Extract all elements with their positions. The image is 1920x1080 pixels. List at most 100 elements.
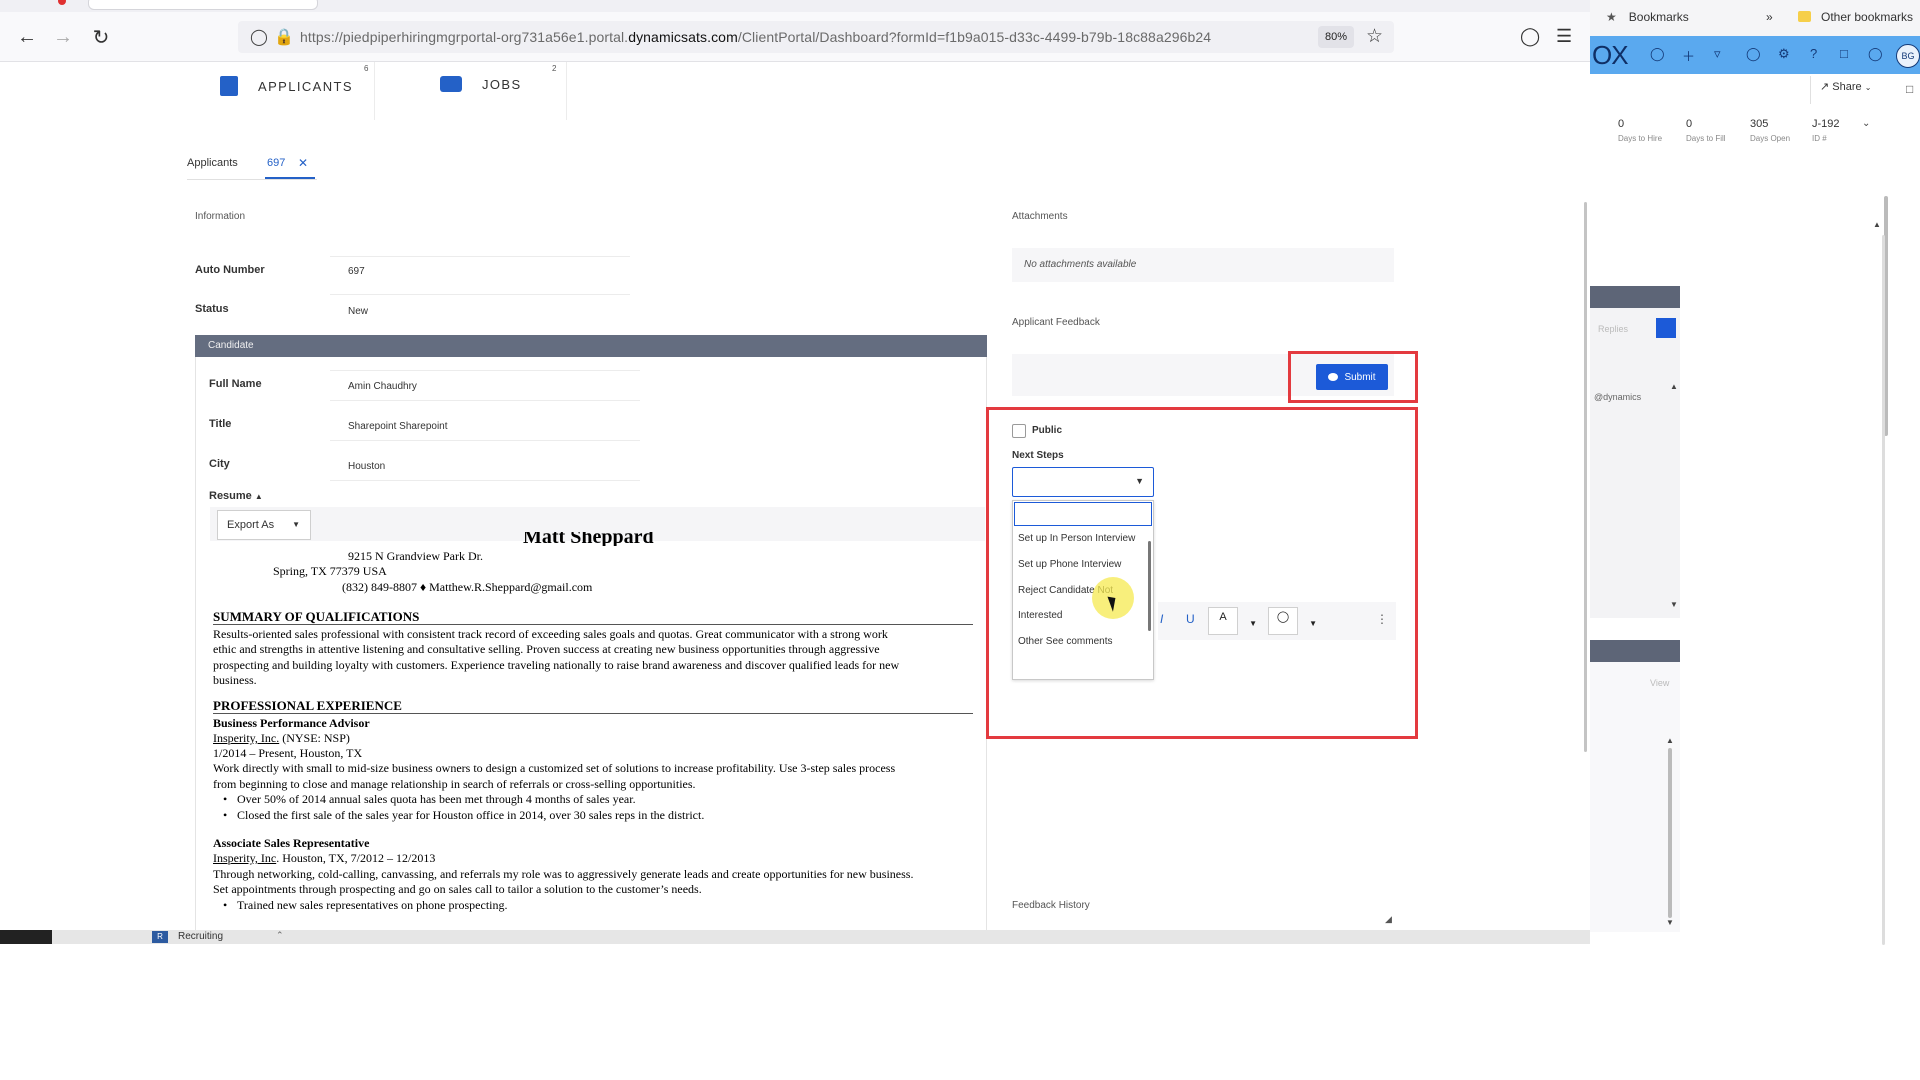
nav-applicants[interactable]: APPLICANTS xyxy=(220,76,353,96)
highlight-color-button[interactable]: ◯ ▼ xyxy=(1268,607,1317,635)
browser-tab[interactable] xyxy=(88,0,318,10)
scroll-up-icon[interactable]: ▲ xyxy=(1670,382,1678,391)
refresh-icon[interactable] xyxy=(1656,318,1676,338)
gear-icon[interactable]: ⚙ xyxy=(1778,46,1790,62)
job-company-detail: . Houston, TX, 7/2012 – 12/2013 xyxy=(276,851,436,865)
option-other-see-comments[interactable]: Other See comments xyxy=(1018,636,1112,647)
scroll-up-icon[interactable]: ▲ xyxy=(1873,220,1881,229)
panel-header-bar xyxy=(1590,286,1680,308)
field-divider xyxy=(330,480,640,481)
lightbulb-icon[interactable]: ◯ xyxy=(1650,46,1665,62)
job-id-label: ID # xyxy=(1812,134,1827,143)
lock-icon[interactable]: 🔒 xyxy=(274,27,294,47)
panel-header-bar xyxy=(1590,640,1680,662)
document-icon xyxy=(220,76,238,96)
pocket-icon[interactable]: ◯ xyxy=(1520,26,1540,47)
days-open-label: Days Open xyxy=(1750,134,1791,143)
nav-jobs-count: 2 xyxy=(552,64,557,73)
summary-line: Results-oriented sales professional with… xyxy=(213,627,888,641)
taskbar-edge xyxy=(0,930,52,944)
submit-button[interactable]: Submit xyxy=(1316,364,1388,390)
breadcrumb-applicants[interactable]: Applicants xyxy=(187,157,238,169)
job-title: Business Performance Advisor xyxy=(213,716,370,730)
url-domain: dynamicsats.com xyxy=(628,29,738,45)
panel-icon[interactable]: □ xyxy=(1906,82,1913,96)
export-as-dropdown[interactable]: Export As ▼ xyxy=(217,510,311,540)
summary-line: prospecting and building loyalty with cu… xyxy=(213,658,900,672)
resume-toggle[interactable]: Resume ▲ xyxy=(209,490,263,502)
chevron-icon[interactable]: ⌃ xyxy=(276,930,284,941)
people-icon[interactable]: ◯ xyxy=(1868,46,1883,62)
forward-arrow-icon[interactable]: → xyxy=(50,24,76,50)
days-to-hire-value: 0 xyxy=(1618,118,1625,130)
help-icon[interactable]: ? xyxy=(1810,46,1817,61)
close-tab-icon[interactable]: ✕ xyxy=(298,156,308,170)
nav-jobs[interactable]: JOBS xyxy=(440,76,522,92)
job-dates: 1/2014 – Present, Houston, TX xyxy=(213,746,363,760)
nav-separator xyxy=(566,62,567,120)
bookmarks-menu[interactable]: ★ Bookmarks xyxy=(1606,10,1689,24)
back-arrow-icon[interactable]: ← xyxy=(14,24,40,50)
underline-button[interactable]: U xyxy=(1186,612,1195,626)
right-scrollbar-track xyxy=(1882,235,1885,945)
toolbar-divider xyxy=(1810,76,1811,104)
recruiting-app-icon[interactable]: R xyxy=(152,931,168,943)
chat-bubble-icon xyxy=(1328,373,1339,381)
option-in-person-interview[interactable]: Set up In Person Interview xyxy=(1018,533,1135,544)
dropdown-search-input[interactable] xyxy=(1014,502,1152,526)
font-color-button[interactable]: A ▼ xyxy=(1208,607,1257,635)
recruiting-taskbar-label[interactable]: Recruiting xyxy=(178,931,223,942)
share-button[interactable]: ↗ Share ⌄ xyxy=(1820,80,1871,93)
job-description: Work directly with small to mid-size bus… xyxy=(213,761,896,775)
other-bookmarks[interactable]: Other bookmarks xyxy=(1798,10,1913,24)
next-steps-select[interactable]: ▼ xyxy=(1012,467,1154,497)
shield-icon[interactable]: ◯ xyxy=(250,27,268,47)
chevron-down-icon[interactable]: ⌄ xyxy=(1862,118,1870,129)
zoom-level-badge[interactable]: 80% xyxy=(1318,26,1354,48)
address-bar[interactable]: ◯ 🔒 https://piedpiperhiringmgrportal-org… xyxy=(238,21,1394,53)
public-label: Public xyxy=(1032,425,1063,436)
days-open-value: 305 xyxy=(1750,118,1769,130)
job-title: Associate Sales Representative xyxy=(213,836,370,850)
job-company: Insperity, Inc. Houston, TX, 7/2012 – 12… xyxy=(213,851,435,866)
menu-icon[interactable]: ☰ xyxy=(1556,26,1572,47)
job-description: from beginning to close and manage relat… xyxy=(213,777,696,791)
briefcase-icon xyxy=(440,76,462,92)
field-divider xyxy=(330,400,640,401)
chevron-down-icon: ⌄ xyxy=(1864,83,1872,92)
more-bookmarks-icon[interactable]: » xyxy=(1766,10,1773,24)
bell-icon[interactable]: ◯ xyxy=(1746,46,1761,62)
italic-button[interactable]: I xyxy=(1160,612,1163,626)
feedback-history-label: Feedback History xyxy=(1012,900,1090,911)
option-phone-interview[interactable]: Set up Phone Interview xyxy=(1018,559,1121,570)
public-checkbox[interactable] xyxy=(1012,424,1026,438)
chat-icon[interactable]: □ xyxy=(1840,46,1848,61)
section-rule xyxy=(213,713,973,714)
no-attachments-message: No attachments available xyxy=(1012,248,1394,282)
auto-number-label: Auto Number xyxy=(195,264,265,276)
dropdown-scrollbar[interactable] xyxy=(1148,541,1151,631)
chevron-down-icon: ▼ xyxy=(292,520,300,529)
panel-scrollbar[interactable] xyxy=(1668,748,1672,918)
scroll-up-icon[interactable]: ▲ xyxy=(1666,736,1674,745)
resize-handle-icon[interactable]: ◢ xyxy=(1385,914,1392,925)
scroll-down-icon[interactable]: ▼ xyxy=(1670,600,1678,609)
auto-number-value: 697 xyxy=(348,266,365,277)
star-icon[interactable]: ☆ xyxy=(1366,25,1383,48)
city-label: City xyxy=(209,458,230,470)
field-divider xyxy=(330,256,630,257)
url-text[interactable]: https://piedpiperhiringmgrportal-org731a… xyxy=(300,29,1211,45)
plus-icon[interactable]: ＋ xyxy=(1682,46,1695,65)
more-options-icon[interactable]: ⋮ xyxy=(1376,612,1388,626)
filter-icon[interactable]: ▿ xyxy=(1714,46,1721,62)
field-divider xyxy=(330,294,630,295)
breadcrumb-current-tab[interactable]: 697 xyxy=(267,157,285,169)
avatar[interactable]: BG xyxy=(1896,44,1920,68)
reload-icon[interactable]: ↻ xyxy=(88,24,114,50)
page-scrollbar[interactable] xyxy=(1584,202,1587,752)
breadcrumb-divider xyxy=(187,179,317,180)
job-company-name: Insperity, Inc. xyxy=(213,731,280,745)
scroll-down-icon[interactable]: ▼ xyxy=(1666,918,1674,927)
option-interested[interactable]: Interested xyxy=(1018,610,1062,621)
days-to-fill-value: 0 xyxy=(1686,118,1693,130)
